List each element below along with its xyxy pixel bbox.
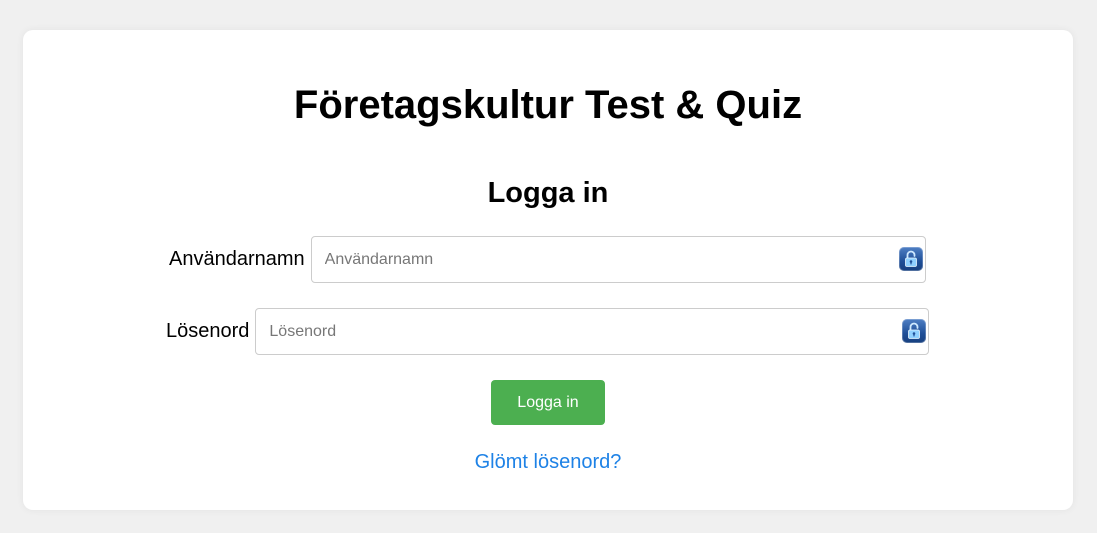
lock-open-icon[interactable] — [898, 247, 923, 271]
username-label: Användarnamn — [169, 248, 305, 270]
username-input[interactable] — [311, 237, 925, 282]
password-field-wrapper — [255, 308, 930, 355]
lock-open-icon[interactable] — [902, 319, 927, 343]
login-card: Företagskultur Test & Quiz Logga in Anvä… — [23, 30, 1073, 510]
password-input[interactable] — [256, 309, 929, 354]
username-field-wrapper — [310, 236, 926, 283]
username-row: Användarnamn — [169, 236, 926, 283]
password-row: Lösenord — [166, 308, 930, 355]
page-title: Företagskultur Test & Quiz — [293, 83, 803, 127]
login-button[interactable]: Logga in — [491, 380, 605, 425]
password-label: Lösenord — [166, 320, 250, 342]
login-heading: Logga in — [487, 177, 609, 209]
forgot-password-link[interactable]: Glömt lösenord? — [23, 450, 1073, 474]
